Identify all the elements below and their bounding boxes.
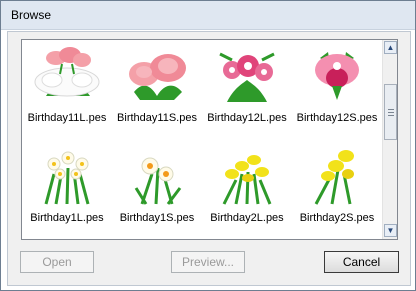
preview-button[interactable]: Preview...: [171, 251, 245, 273]
peony-white-icon: [34, 47, 100, 97]
file-name: Birthday1S.pes: [119, 212, 195, 224]
file-name: Birthday2L.pes: [210, 212, 284, 224]
thumbnail-grid: Birthday11L.pes Birthday11S.pes Birthday…: [22, 40, 382, 239]
vertical-scrollbar[interactable]: ▲ ▼: [382, 40, 397, 239]
grip-line: [388, 109, 394, 110]
narcissus-bouquet-icon: [44, 151, 90, 205]
file-name: Birthday1L.pes: [30, 212, 104, 224]
file-item[interactable]: Birthday2L.pes: [202, 140, 292, 239]
freesia-icon: [314, 150, 354, 205]
file-item[interactable]: Birthday12L.pes: [202, 40, 292, 140]
orchid-bouquet-icon: [219, 52, 275, 102]
cancel-button[interactable]: Cancel: [324, 251, 399, 273]
title-bar[interactable]: Browse: [1, 1, 415, 30]
file-name: Birthday12L.pes: [207, 112, 287, 124]
file-name: Birthday11S.pes: [117, 112, 197, 124]
scroll-down-icon[interactable]: ▼: [384, 224, 397, 237]
grip-line: [388, 112, 394, 113]
file-name: Birthday11L.pes: [27, 112, 107, 124]
file-thumbnail-list[interactable]: Birthday11L.pes Birthday11S.pes Birthday…: [21, 39, 398, 240]
dialog-title: Browse: [11, 8, 52, 22]
narcissus-icon: [134, 157, 182, 205]
scroll-thumb[interactable]: [384, 84, 397, 140]
file-name: Birthday2S.pes: [299, 212, 375, 224]
open-button[interactable]: Open: [20, 251, 94, 273]
peony-pink-icon: [129, 54, 186, 100]
file-item[interactable]: Birthday12S.pes: [292, 40, 382, 140]
dialog-body: Birthday11L.pes Birthday11S.pes Birthday…: [7, 31, 411, 286]
file-item[interactable]: Birthday1S.pes: [112, 140, 202, 239]
file-name: Birthday12S.pes: [296, 112, 378, 124]
file-item[interactable]: Birthday11S.pes: [112, 40, 202, 140]
file-item[interactable]: Birthday2S.pes: [292, 140, 382, 239]
freesia-bouquet-icon: [222, 155, 272, 205]
file-item[interactable]: Birthday11L.pes: [22, 40, 112, 140]
browse-dialog: Browse Birthday11L.pes Birthday11S.pes B…: [0, 0, 416, 291]
orchid-icon: [315, 52, 359, 100]
grip-line: [388, 115, 394, 116]
scroll-up-icon[interactable]: ▲: [384, 41, 397, 54]
file-item[interactable]: Birthday1L.pes: [22, 140, 112, 239]
